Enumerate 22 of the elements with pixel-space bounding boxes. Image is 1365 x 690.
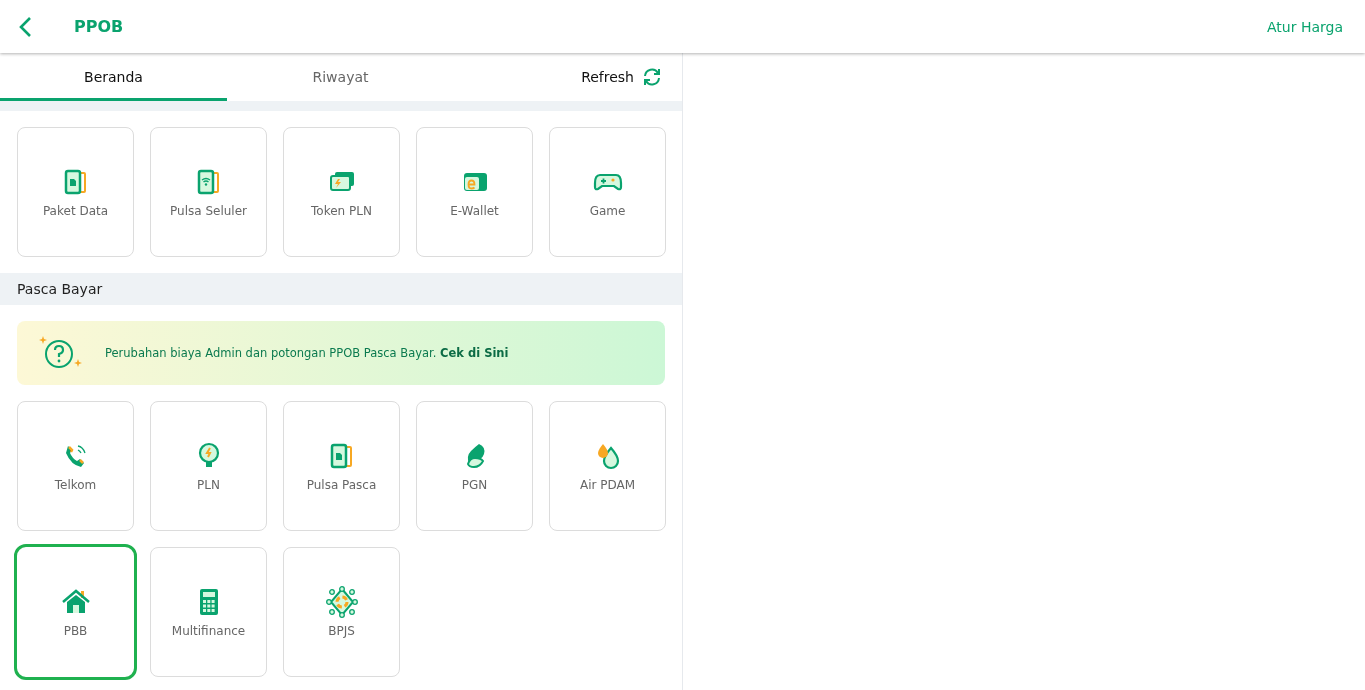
info-banner[interactable]: Perubahan biaya Admin dan potongan PPOB Pasca Bayar. Cek di Sini (17, 321, 665, 385)
ring-emblem-icon (325, 586, 358, 618)
tab[interactable]: Riwayat (227, 53, 454, 101)
service-tile[interactable]: Telkom (17, 401, 134, 531)
section-title: Pasca Bayar (0, 273, 682, 305)
refresh-icon (642, 67, 662, 87)
service-tile[interactable]: Pulsa Pasca (283, 401, 400, 531)
banner-text: Perubahan biaya Admin dan potongan PPOB Pasca Bayar. Cek di Sini (105, 346, 509, 360)
service-tile[interactable]: PBB (14, 544, 137, 680)
page-title: PPOB (74, 17, 125, 36)
service-tile[interactable]: PLN (150, 401, 267, 531)
service-tile[interactable]: Multifinance (150, 547, 267, 677)
service-tile[interactable]: E-Wallet (416, 127, 533, 257)
service-tile[interactable]: Token PLN (283, 127, 400, 257)
refresh-button[interactable]: Refresh (575, 53, 668, 101)
service-tile[interactable]: PGN (416, 401, 533, 531)
service-tile[interactable]: Game (549, 127, 666, 257)
service-tile[interactable]: BPJS (283, 547, 400, 677)
service-tile[interactable]: Paket Data (17, 127, 134, 257)
service-tile[interactable]: Air PDAM (549, 401, 666, 531)
price-settings-link[interactable]: Atur Harga (1267, 18, 1343, 35)
service-tile[interactable]: Pulsa Seluler (150, 127, 267, 257)
